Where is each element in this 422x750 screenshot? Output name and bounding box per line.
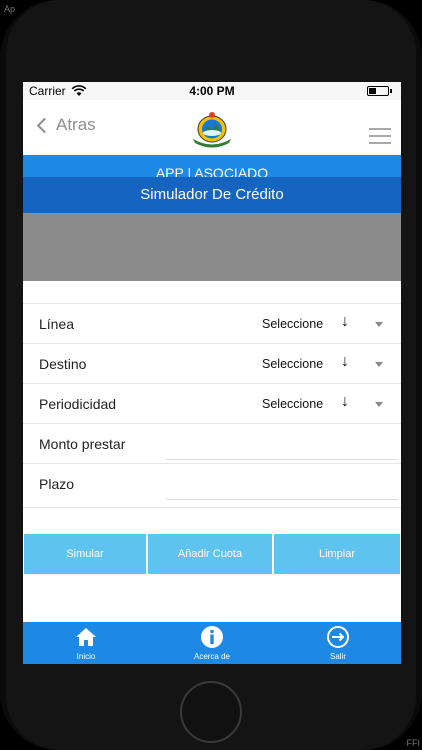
cooperative-logo (193, 112, 231, 148)
battery-icon (367, 86, 392, 96)
add-fee-button[interactable]: Añadir Cuota (148, 534, 272, 574)
dropdown-triangle-icon[interactable] (375, 322, 383, 327)
tab-label: Salir (329, 652, 346, 661)
app-header: APP | ASOCIADO (23, 155, 401, 177)
plazo-row: Plazo (23, 463, 401, 505)
app-screen: Carrier 4:00 PM Atras APP | ASOCIADO Sim… (23, 82, 401, 664)
monto-label: Monto prestar (39, 436, 126, 452)
home-icon (76, 628, 96, 646)
monto-row: Monto prestar (23, 423, 401, 463)
nav-bar: Atras (23, 100, 401, 155)
linea-label: Línea (39, 316, 75, 332)
corner-text-bottom: FFI (406, 738, 421, 748)
tab-inicio[interactable]: Inicio (23, 622, 149, 664)
info-icon (201, 626, 223, 648)
corner-text-top: Ap (4, 4, 16, 14)
dropdown-triangle-icon[interactable] (375, 362, 383, 367)
tab-label: Inicio (76, 652, 96, 661)
menu-icon[interactable] (369, 128, 391, 144)
phone-frame: Ap FFI Carrier 4:00 PM Atras APP | ASOCI… (0, 0, 422, 750)
linea-row: Línea Seleccione ↓ (23, 303, 401, 343)
logout-icon (327, 626, 349, 648)
periodicidad-label: Periodicidad (39, 396, 117, 412)
home-button[interactable] (180, 681, 242, 743)
plazo-label: Plazo (39, 476, 75, 492)
chevron-left-icon (36, 117, 53, 133)
destino-label: Destino (39, 356, 87, 372)
destino-select[interactable]: Seleccione (262, 357, 323, 371)
dropdown-triangle-icon[interactable] (375, 402, 383, 407)
status-bar: Carrier 4:00 PM (23, 82, 401, 100)
tab-acerca[interactable]: Acerca de (149, 622, 275, 664)
periodicidad-row: Periodicidad Seleccione ↓ (23, 383, 401, 423)
tab-label: Acerca de (193, 652, 231, 661)
tab-salir[interactable]: Salir (275, 622, 401, 664)
monto-input[interactable] (166, 432, 398, 460)
simulate-button[interactable]: Simular (24, 534, 146, 574)
destino-row: Destino Seleccione ↓ (23, 343, 401, 383)
arrow-down-icon: ↓ (341, 313, 349, 330)
back-label: Atras (56, 115, 96, 134)
linea-select[interactable]: Seleccione (262, 317, 323, 331)
page-title: Simulador De Crédito (23, 177, 401, 213)
tab-bar: Inicio Acerca de Salir (23, 622, 401, 664)
banner-image (23, 213, 401, 281)
arrow-down-icon: ↓ (341, 393, 349, 410)
form-divider (23, 507, 401, 508)
arrow-down-icon: ↓ (341, 353, 349, 370)
clear-button[interactable]: Limpiar (274, 534, 400, 574)
status-time: 4:00 PM (189, 84, 235, 98)
credit-form: Línea Seleccione ↓ Destino Seleccione ↓ … (23, 303, 401, 505)
periodicidad-select[interactable]: Seleccione (262, 397, 323, 411)
back-button[interactable]: Atras (35, 114, 96, 136)
plazo-input[interactable] (166, 472, 398, 500)
action-buttons: Simular Añadir Cuota Limpiar (24, 534, 400, 574)
